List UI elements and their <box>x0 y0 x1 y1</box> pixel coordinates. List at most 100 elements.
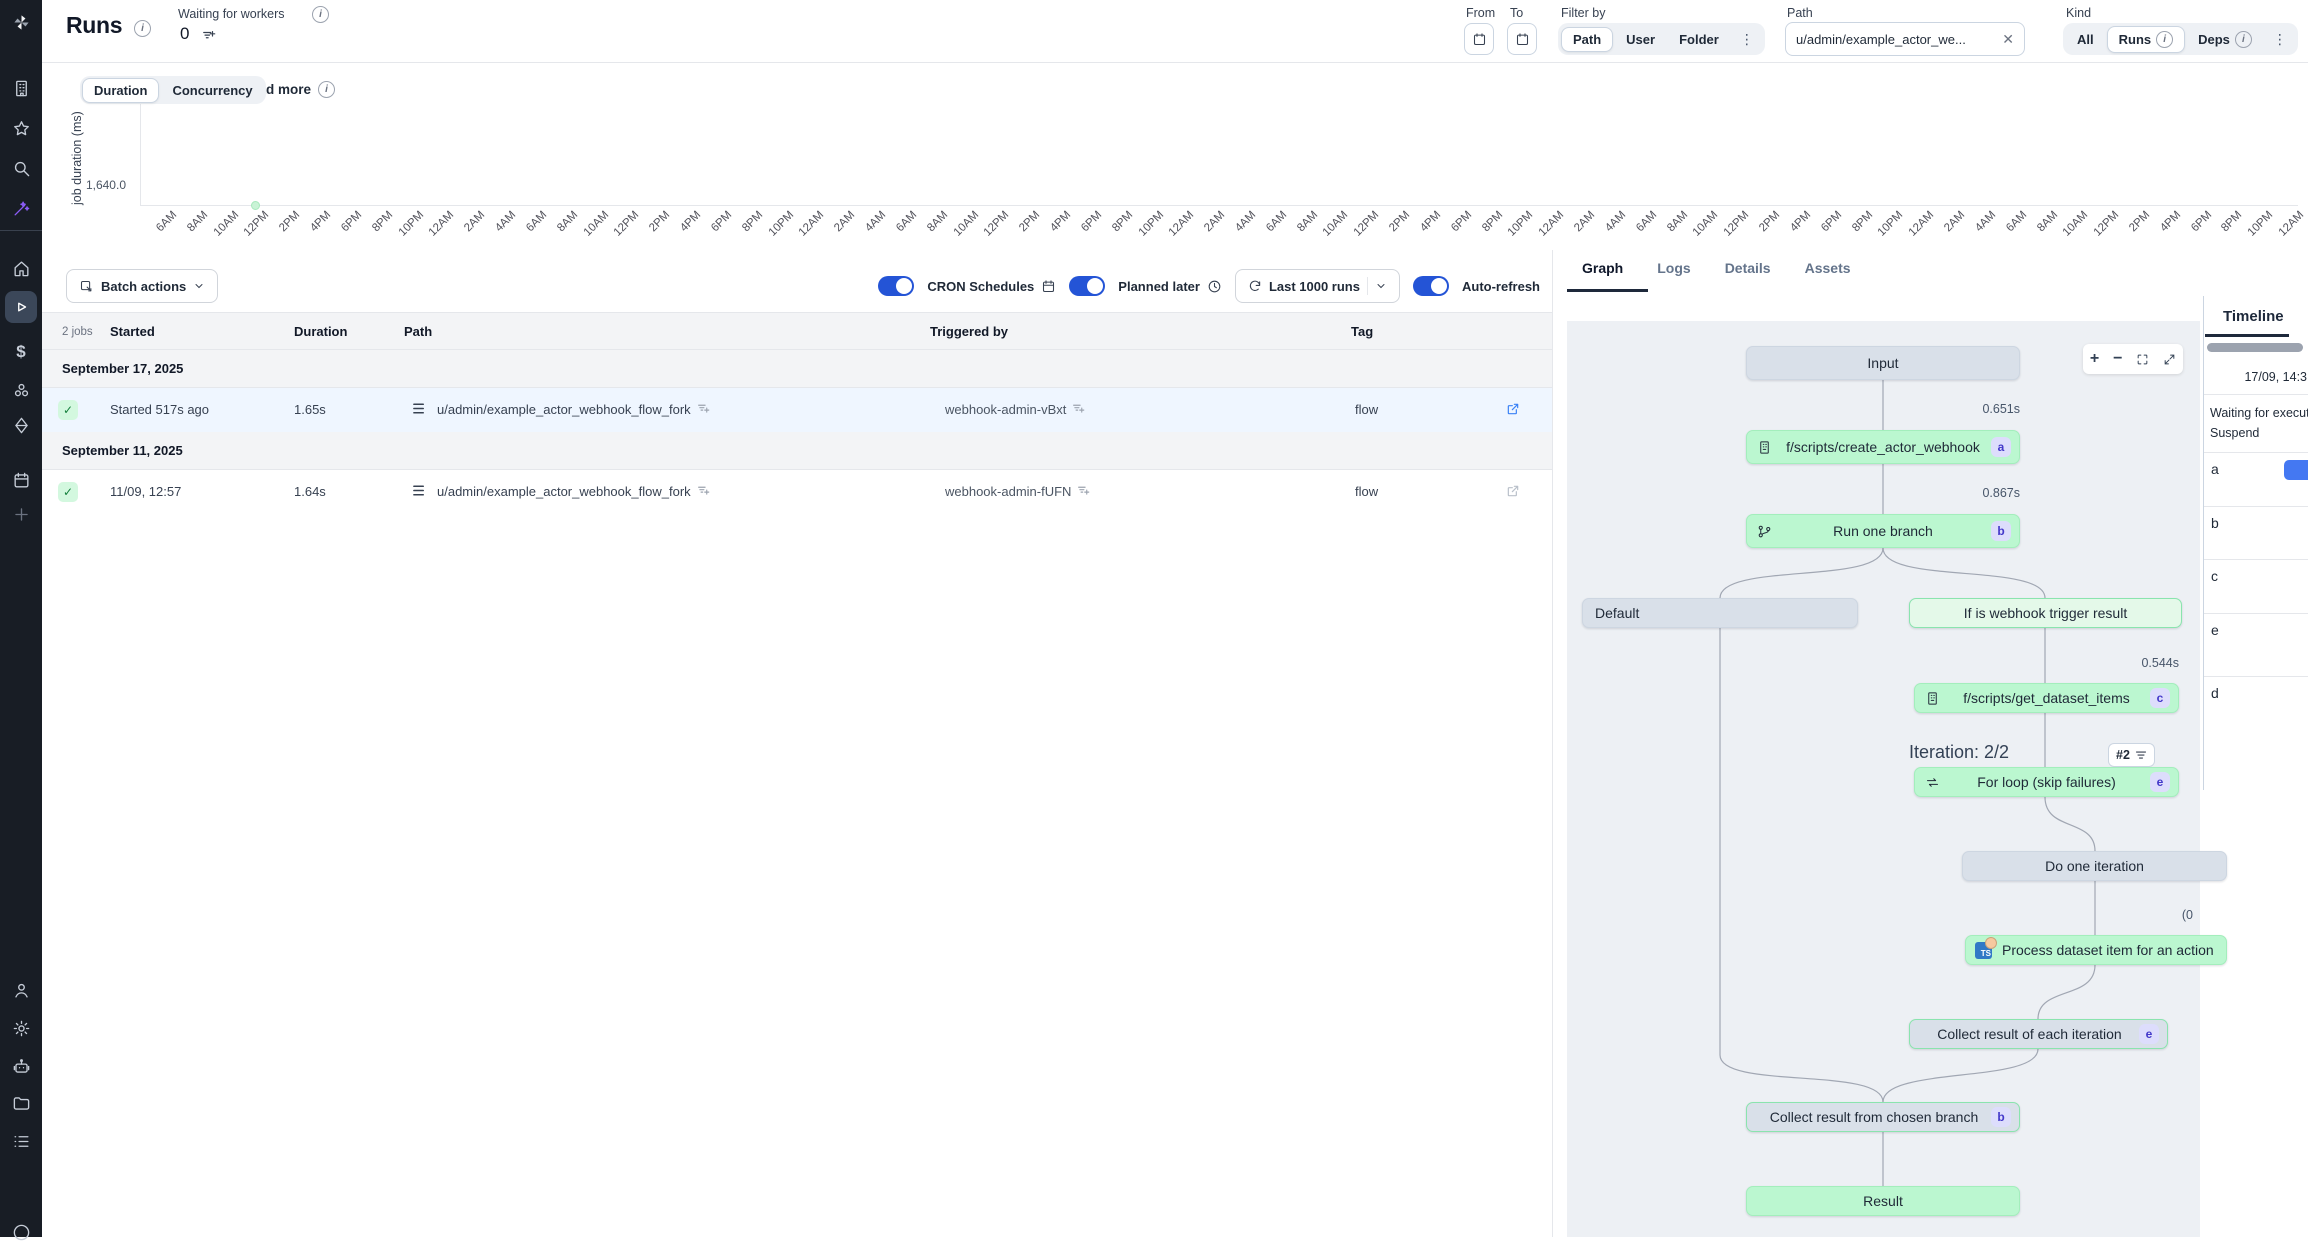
flow-node-get-dataset-items[interactable]: f/scripts/get_dataset_items c <box>1914 683 2179 713</box>
favorites-star-icon[interactable] <box>7 114 35 142</box>
audit-logs-icon[interactable] <box>7 1127 35 1155</box>
flow-node-create-actor-webhook[interactable]: f/scripts/create_actor_webhook a <box>1746 430 2020 464</box>
run-triggered-by[interactable]: webhook-admin-vBxt <box>945 402 1085 417</box>
from-date-button[interactable] <box>1464 23 1494 55</box>
node-label: Process dataset item for an action <box>2002 942 2214 958</box>
run-path[interactable]: u/admin/example_actor_webhook_flow_fork <box>437 402 710 417</box>
flow-node-run-one-branch[interactable]: Run one branch b <box>1746 514 2020 548</box>
node-duration: (0 <box>1965 908 2193 922</box>
filter-plus-icon[interactable] <box>1077 484 1090 497</box>
iteration-selector[interactable]: #2 <box>2108 743 2155 767</box>
settings-gear-icon[interactable] <box>7 1014 35 1042</box>
to-date-button[interactable] <box>1507 23 1537 55</box>
flow-node-input[interactable]: Input <box>1746 346 2020 380</box>
tab-concurrency[interactable]: Concurrency <box>161 79 263 102</box>
success-check-icon: ✓ <box>58 482 78 502</box>
filter-by-more-menu[interactable]: ⋮ <box>1732 31 1762 48</box>
help-icon[interactable] <box>7 1218 35 1246</box>
x-tick-label: 4PM <box>303 209 334 240</box>
script-icon <box>1757 440 1772 455</box>
run-row[interactable]: ✓ 11/09, 12:57 1.64s u/admin/example_act… <box>42 470 1552 514</box>
open-run-external-icon[interactable] <box>1505 483 1521 499</box>
cron-schedules-toggle[interactable] <box>878 276 914 296</box>
workers-robot-icon[interactable] <box>7 1052 35 1080</box>
filter-plus-icon[interactable] <box>1072 402 1085 415</box>
path-input[interactable] <box>1794 31 2000 48</box>
run-row[interactable]: ✓ Started 517s ago 1.65s u/admin/example… <box>42 388 1552 432</box>
clear-path-icon[interactable]: ✕ <box>2000 31 2016 48</box>
windmill-logo-icon[interactable] <box>7 8 35 36</box>
x-tick-label: 8AM <box>2030 209 2061 240</box>
timeline-row-b[interactable]: b <box>2204 507 2308 560</box>
kind-more-menu[interactable]: ⋮ <box>2265 31 2295 48</box>
ai-wand-icon[interactable] <box>7 194 35 222</box>
load-more-info-icon[interactable]: i <box>318 81 335 98</box>
flow-node-branch-default[interactable]: Default <box>1582 598 1858 628</box>
x-tick-label: 6AM <box>1629 209 1660 240</box>
timeline-row-d[interactable]: d <box>2204 677 2308 789</box>
runs-window-dropdown[interactable]: Last 1000 runs <box>1235 269 1400 303</box>
sidebar-item-runs[interactable] <box>5 291 37 323</box>
flow-node-result[interactable]: Result <box>1746 1186 2020 1216</box>
col-path[interactable]: Path <box>404 324 432 339</box>
tab-logs[interactable]: Logs <box>1657 260 1690 276</box>
workspace-icon[interactable] <box>7 74 35 102</box>
timeline-bar[interactable] <box>2284 460 2308 480</box>
col-started[interactable]: Started <box>110 324 155 339</box>
run-path[interactable]: u/admin/example_actor_webhook_flow_fork <box>437 484 710 499</box>
timeline-scrollbar[interactable] <box>2207 343 2303 352</box>
kind-all-option[interactable]: All <box>2066 28 2105 51</box>
col-duration[interactable]: Duration <box>294 324 347 339</box>
tab-graph[interactable]: Graph <box>1582 260 1623 276</box>
filter-by-folder-option[interactable]: Folder <box>1668 28 1730 51</box>
schedules-calendar-icon[interactable] <box>7 466 35 494</box>
zoom-out-icon[interactable]: − <box>2113 350 2122 368</box>
graph-controls: + − <box>2083 344 2183 374</box>
header-divider <box>42 62 2308 63</box>
filter-by-user-option[interactable]: User <box>1615 28 1666 51</box>
search-icon[interactable] <box>7 154 35 182</box>
x-tick-label: 12AM <box>1166 209 1197 240</box>
col-tag[interactable]: Tag <box>1351 324 1373 339</box>
folders-icon[interactable] <box>7 1089 35 1117</box>
auto-refresh-toggle[interactable] <box>1413 276 1449 296</box>
tab-assets[interactable]: Assets <box>1805 260 1851 276</box>
batch-actions-button[interactable]: Batch actions <box>66 269 218 303</box>
waiting-filter-icon[interactable] <box>202 29 216 43</box>
filter-plus-icon[interactable] <box>697 402 710 415</box>
flow-node-branch-if-webhook[interactable]: If is webhook trigger result <box>1909 598 2182 628</box>
waiting-info-icon[interactable]: i <box>312 6 329 23</box>
tab-duration[interactable]: Duration <box>82 78 159 103</box>
planned-later-toggle[interactable] <box>1069 276 1105 296</box>
fit-view-icon[interactable] <box>2136 353 2149 366</box>
filter-by-path-option[interactable]: Path <box>1561 27 1613 52</box>
timeline-row-a[interactable]: a <box>2204 453 2308 507</box>
filter-plus-icon[interactable] <box>697 484 710 497</box>
flow-node-collect-result-iteration[interactable]: Collect result of each iteration e <box>1909 1019 2168 1049</box>
resources-icon[interactable] <box>7 376 35 404</box>
flow-node-collect-result-branch[interactable]: Collect result from chosen branch b <box>1746 1102 2020 1132</box>
kind-deps-option[interactable]: Depsi <box>2187 27 2263 52</box>
zoom-in-icon[interactable]: + <box>2090 350 2099 368</box>
timeline-row-e[interactable]: e <box>2204 614 2308 677</box>
node-badge: e <box>2139 1024 2159 1044</box>
open-run-external-icon[interactable] <box>1505 401 1521 417</box>
timeline-row-c[interactable]: c <box>2204 560 2308 614</box>
refresh-icon <box>1248 279 1262 293</box>
col-triggered-by[interactable]: Triggered by <box>930 324 1008 339</box>
home-icon[interactable] <box>7 254 35 282</box>
flow-node-process-dataset-item[interactable]: TS Process dataset item for an action <box>1965 935 2227 965</box>
user-icon[interactable] <box>7 976 35 1004</box>
timeline-row-label: d <box>2211 685 2219 701</box>
run-triggered-by[interactable]: webhook-admin-fUFN <box>945 484 1090 499</box>
variables-dollar-icon[interactable]: $ <box>7 338 35 366</box>
runs-info-icon[interactable]: i <box>134 20 151 37</box>
triggers-icon[interactable] <box>7 411 35 439</box>
add-plus-icon[interactable] <box>7 500 35 528</box>
from-label: From <box>1466 6 1495 20</box>
tab-details[interactable]: Details <box>1725 260 1771 276</box>
kind-runs-option[interactable]: Runsi <box>2107 26 2186 53</box>
flow-node-for-loop[interactable]: For loop (skip failures) e <box>1914 767 2179 797</box>
expand-icon[interactable] <box>2163 353 2176 366</box>
flow-node-do-one-iteration[interactable]: Do one iteration <box>1962 851 2227 881</box>
